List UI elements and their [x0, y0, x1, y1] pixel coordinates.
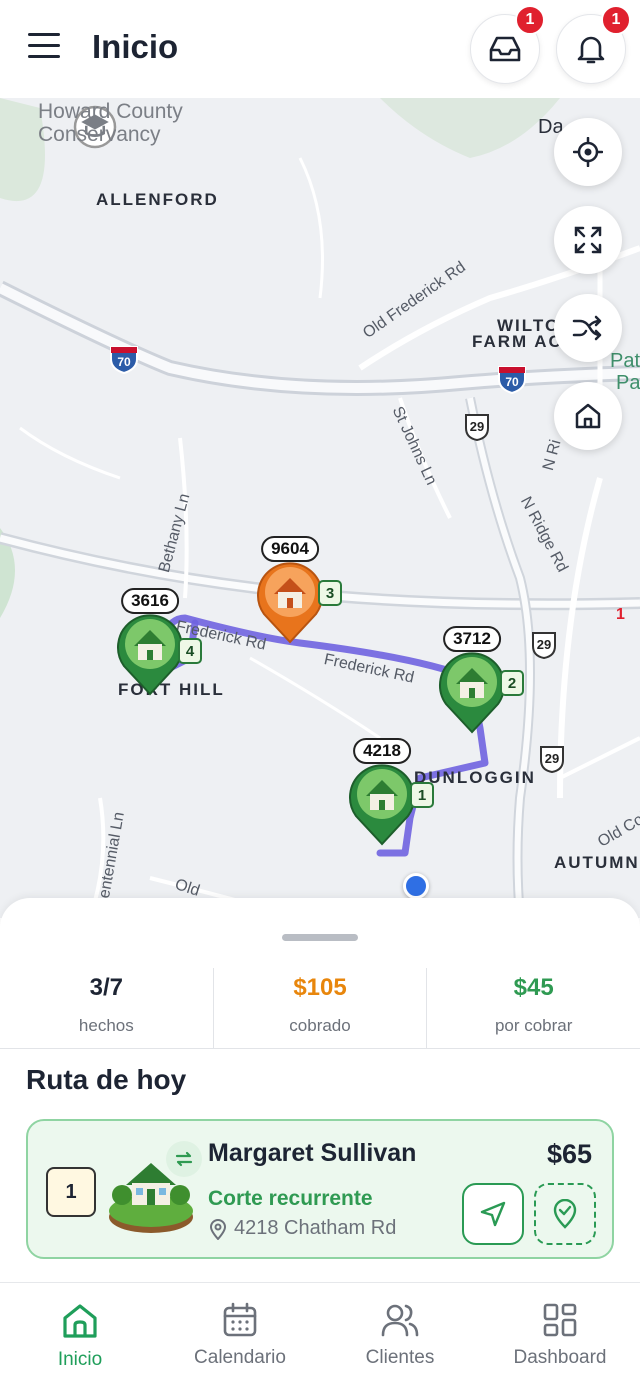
map-label-park-2: Pa: [616, 372, 640, 394]
optimize-route-button[interactable]: [554, 294, 622, 362]
stat-label: cobrado: [289, 1016, 351, 1035]
route-shield: 29: [537, 744, 567, 774]
stat-done: 3/7 hechos: [0, 968, 213, 1048]
menu-icon[interactable]: [28, 33, 64, 63]
nav-label: Inicio: [57, 1349, 103, 1370]
shuffle-icon: [572, 315, 602, 341]
location-check-icon: [553, 1199, 577, 1229]
crosshair-icon: [573, 137, 603, 167]
map-label-wilton-2: FARM AC: [472, 332, 563, 351]
stat-label: hechos: [78, 1016, 134, 1035]
notifications-button[interactable]: 1: [556, 5, 631, 84]
current-location-dot: [403, 873, 429, 899]
map-pin[interactable]: 3712 2: [432, 626, 524, 736]
map-label-autumn: AUTUMN: [554, 853, 640, 872]
page-title: Inicio: [92, 28, 179, 65]
location-pin-icon: [209, 1218, 227, 1240]
inbox-icon: [489, 36, 521, 62]
stat-pending: $45 por cobrar: [426, 968, 640, 1048]
sheet-handle[interactable]: [282, 934, 358, 941]
expand-icon: [574, 226, 602, 254]
home-location-button[interactable]: [554, 382, 622, 450]
calendar-icon: [223, 1302, 257, 1337]
inbox-badge: 1: [515, 5, 545, 35]
route-shield: 29: [529, 630, 559, 660]
app-header: Inicio 1 1: [0, 0, 640, 98]
route-stop-card[interactable]: 1 Margaret Sullivan Corte recurrente 421…: [26, 1119, 614, 1259]
interstate-shield: 70: [496, 363, 528, 395]
dashboard-icon: [543, 1303, 577, 1337]
stats-row: 3/7 hechos $105 cobrado $45 por cobrar: [0, 968, 640, 1048]
map-pin[interactable]: 3616 4: [110, 588, 202, 698]
house-pin-icon: [117, 614, 183, 696]
house-pin-icon: [439, 652, 505, 734]
bell-icon: [577, 36, 605, 64]
navigation-arrow-icon: [480, 1201, 506, 1227]
bottom-nav: Inicio Calendario Clientes Dashboard: [0, 1282, 640, 1385]
nav-label: Clientes: [365, 1347, 435, 1368]
map-label-allenford: ALLENFORD: [96, 190, 219, 209]
stop-price: $65: [546, 1139, 592, 1169]
service-type: Corte recurrente: [208, 1187, 373, 1210]
house-pin-icon: [257, 562, 323, 644]
check-in-button[interactable]: [534, 1183, 596, 1245]
inbox-button[interactable]: 1: [470, 5, 545, 84]
client-address: 4218 Chatham Rd: [234, 1217, 397, 1239]
stat-value: $105: [293, 974, 347, 1001]
stat-value: 3/7: [89, 974, 124, 1001]
users-icon: [381, 1304, 419, 1337]
nav-label: Dashboard: [513, 1347, 607, 1368]
stop-order-badge: 1: [46, 1167, 96, 1217]
home-icon: [63, 1304, 97, 1338]
stat-collected: $105 cobrado: [212, 968, 427, 1048]
locate-button[interactable]: [554, 118, 622, 186]
map-label-edge-one: 1: [616, 606, 625, 623]
route-map[interactable]: Howard County Conservancy ALLENFORD Old F…: [0, 98, 640, 918]
fit-route-button[interactable]: [554, 206, 622, 274]
bottom-sheet: 3/7 hechos $105 cobrado $45 por cobrar R…: [0, 898, 640, 1282]
stat-label: por cobrar: [494, 1016, 573, 1035]
recurring-icon: [166, 1141, 202, 1177]
interstate-shield: 70: [108, 343, 140, 375]
map-label-park-1: Pat: [610, 350, 640, 372]
stat-value: $45: [513, 974, 554, 1001]
nav-label: Calendario: [194, 1347, 286, 1368]
map-pin[interactable]: 4218 1: [342, 738, 434, 848]
route-shield: 29: [462, 412, 492, 442]
home-outline-icon: [575, 403, 601, 429]
nav-item-clientes[interactable]: Clientes: [320, 1283, 480, 1385]
house-pin-icon: [349, 764, 415, 846]
map-pin[interactable]: 9604 3: [250, 536, 342, 646]
client-name: Margaret Sullivan: [208, 1139, 417, 1167]
navigate-button[interactable]: [462, 1183, 524, 1245]
nav-item-calendario[interactable]: Calendario: [160, 1283, 320, 1385]
section-title: Ruta de hoy: [26, 1064, 187, 1095]
map-roads: [0, 98, 640, 918]
poi-name: Howard County Conservancy: [38, 100, 183, 146]
divider: [0, 1048, 640, 1049]
nav-item-dashboard[interactable]: Dashboard: [480, 1283, 640, 1385]
notifications-badge: 1: [601, 5, 631, 35]
address-row: 4218 Chatham Rd: [208, 1217, 396, 1240]
nav-item-inicio[interactable]: Inicio: [0, 1283, 160, 1385]
